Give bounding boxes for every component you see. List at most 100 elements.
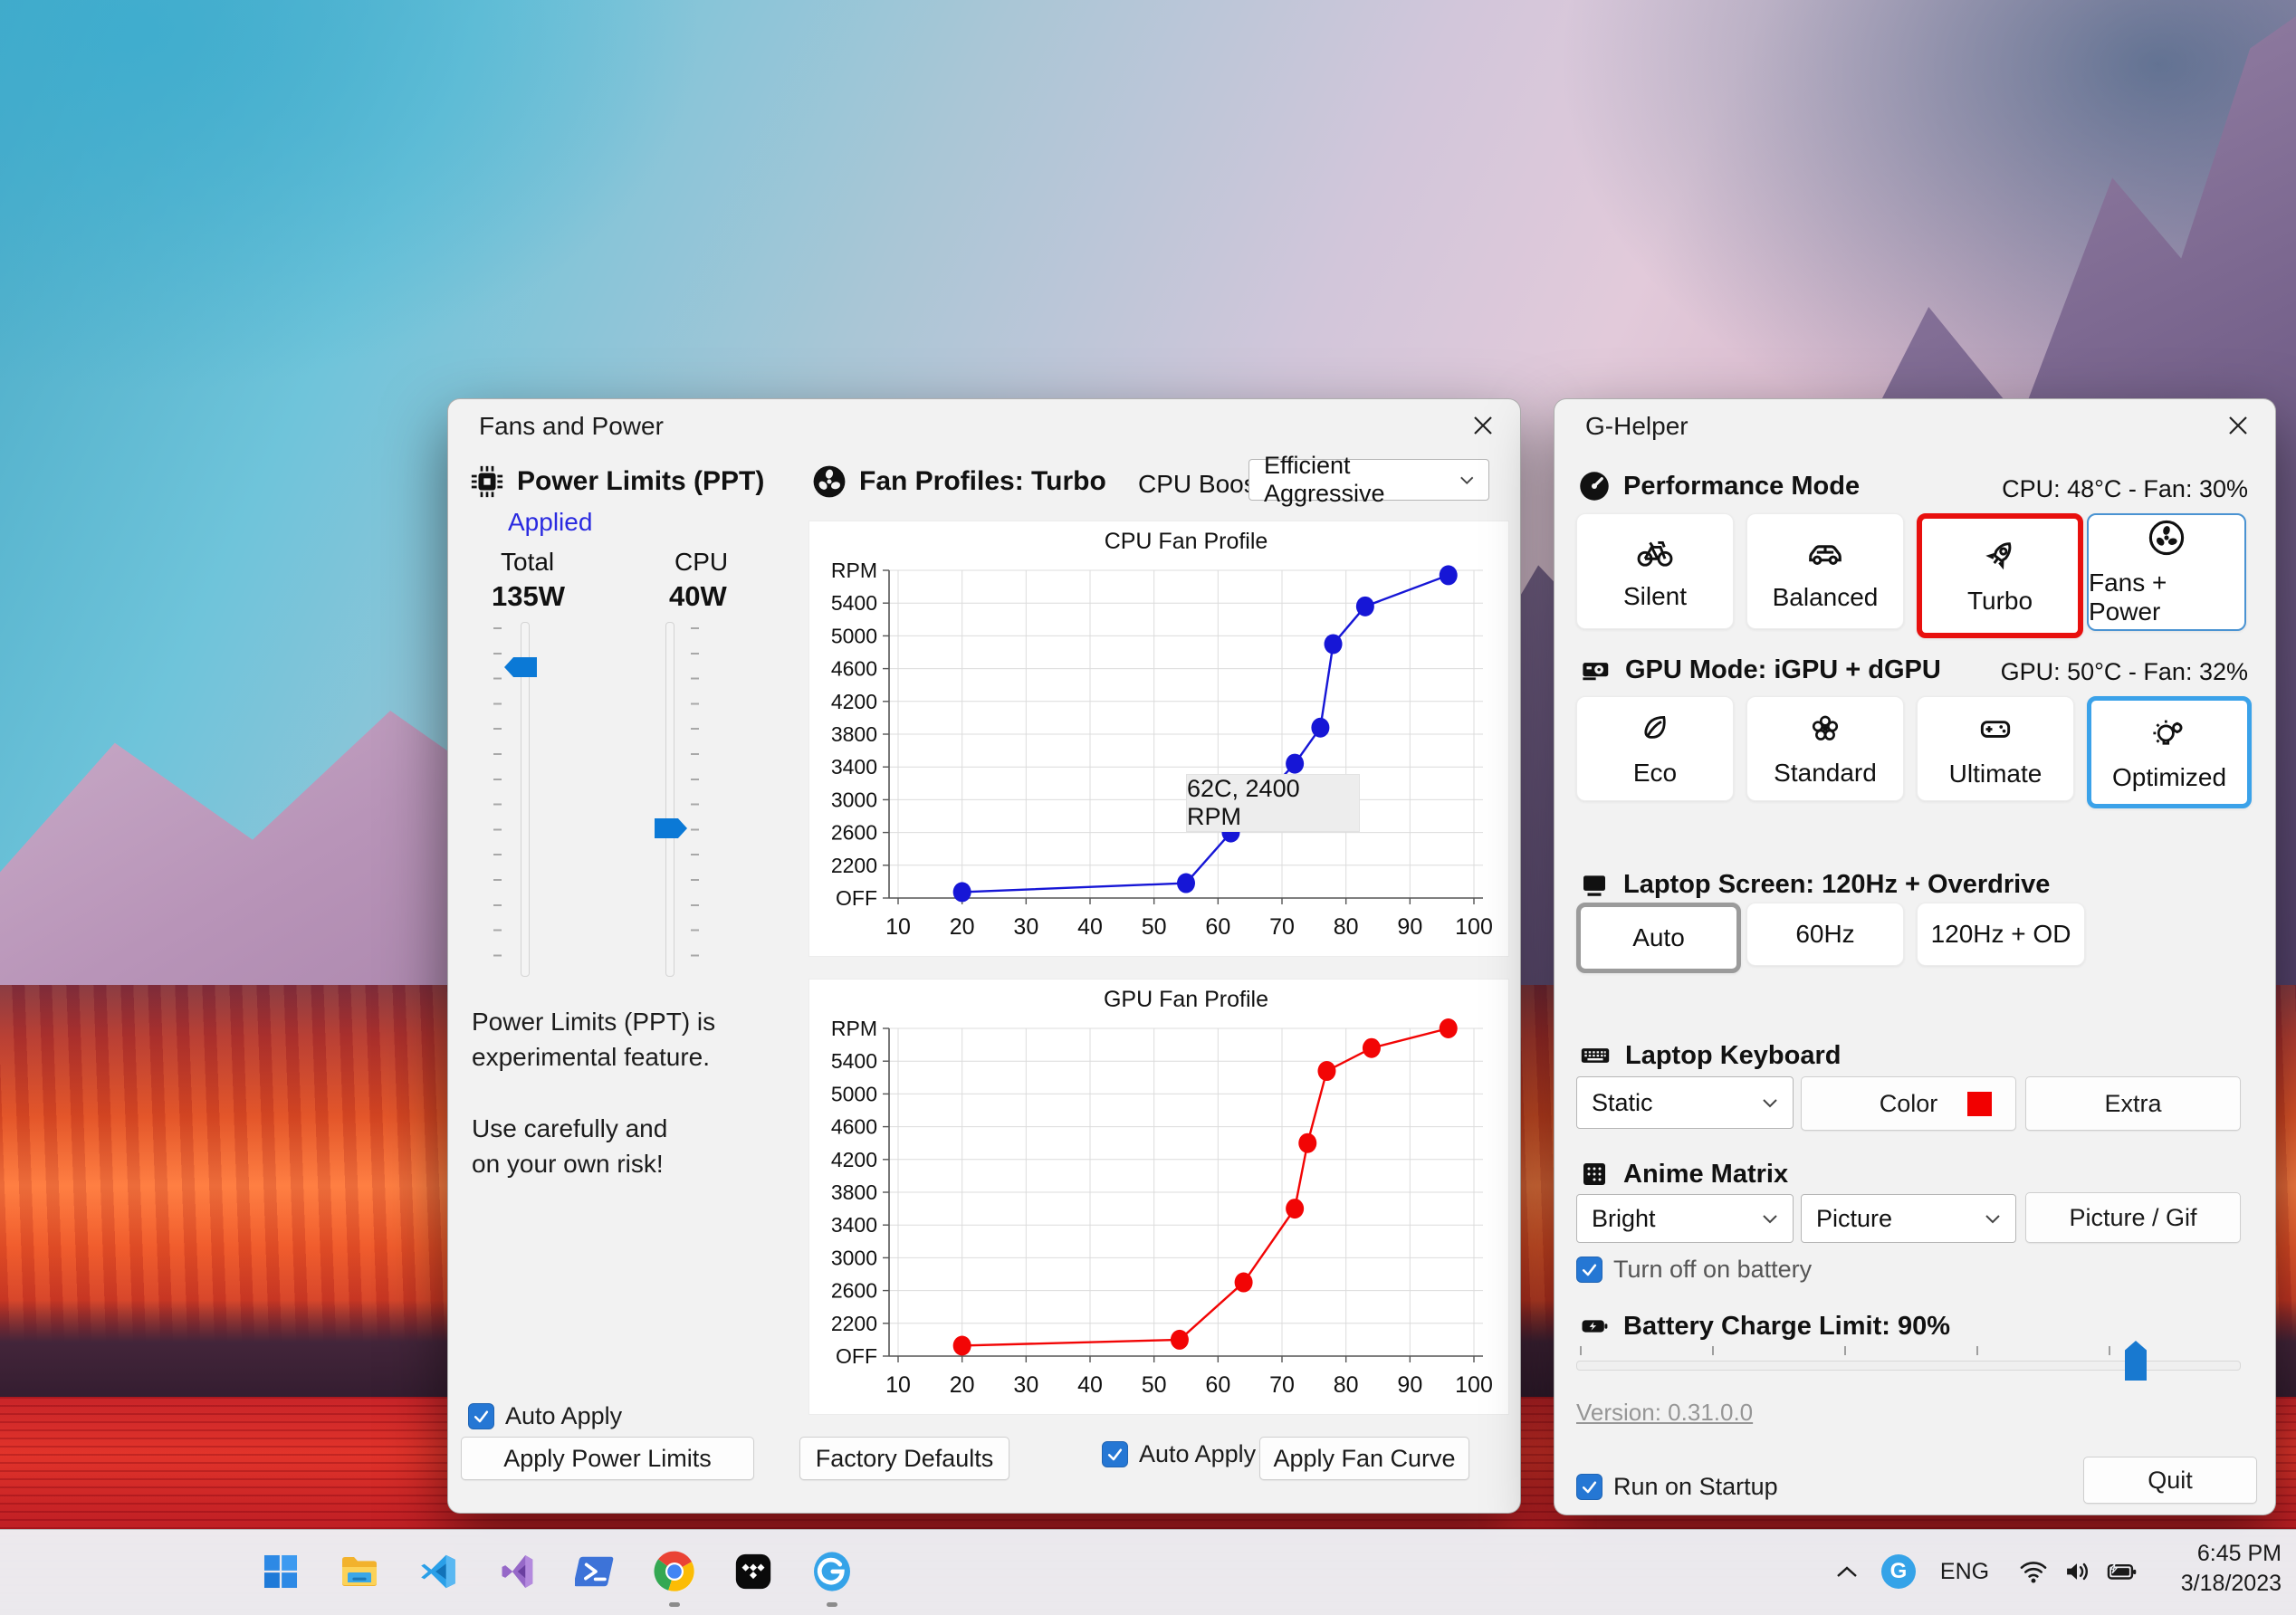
screen-auto-button[interactable]: Auto xyxy=(1576,903,1741,973)
apply-power-limits-button[interactable]: Apply Power Limits xyxy=(461,1437,754,1480)
svg-text:4600: 4600 xyxy=(831,1115,877,1139)
performance-mode-heading: Performance Mode xyxy=(1623,471,1861,501)
vscode-icon[interactable] xyxy=(409,1543,467,1601)
total-slider-label: Total xyxy=(501,548,555,576)
gpu-mode-optimized-button[interactable]: Optimized xyxy=(2087,696,2252,808)
anime-content-select[interactable]: Picture xyxy=(1801,1194,2016,1243)
perf-mode-turbo-button[interactable]: Turbo xyxy=(1917,513,2083,638)
fans-window-title: Fans and Power xyxy=(479,412,664,440)
apply-fan-curve-button[interactable]: Apply Fan Curve xyxy=(1259,1437,1469,1480)
tray-ghelper-icon[interactable]: G xyxy=(1876,1543,1921,1601)
keyboard-icon xyxy=(1581,1048,1610,1063)
start-button[interactable] xyxy=(252,1543,310,1601)
svg-text:5000: 5000 xyxy=(831,1082,877,1105)
wifi-icon[interactable] xyxy=(2014,1543,2053,1601)
perf-mode-silent-button[interactable]: Silent xyxy=(1576,513,1734,629)
gpu-mode-standard-button[interactable]: Standard xyxy=(1746,696,1904,801)
close-icon[interactable] xyxy=(2221,408,2255,443)
gpu-mode-heading: GPU Mode: iGPU + dGPU xyxy=(1625,655,1941,684)
ghelper-title: G-Helper xyxy=(1585,412,1689,440)
run-on-startup-checkbox[interactable]: Run on Startup xyxy=(1576,1473,1778,1501)
chip-icon xyxy=(471,465,503,498)
checkbox-checked-icon xyxy=(468,1403,494,1429)
keyboard-mode-select[interactable]: Static xyxy=(1576,1076,1794,1129)
chevron-down-icon xyxy=(1459,476,1473,484)
ghelper-taskbar-icon[interactable] xyxy=(803,1543,861,1601)
svg-text:10: 10 xyxy=(885,914,911,940)
ghelper-window: G-Helper Performance Mode CPU: 48°C - Fa… xyxy=(1554,398,2276,1515)
gpu-mode-eco-button[interactable]: Eco xyxy=(1576,696,1734,801)
fan-profiles-header: Fan Profiles: Turbo xyxy=(812,464,1106,499)
taskbar-clock[interactable]: 6:45 PM 3/18/2023 xyxy=(2181,1539,2282,1599)
svg-text:50: 50 xyxy=(1142,1372,1167,1398)
battery-tray-icon[interactable] xyxy=(2100,1543,2144,1601)
svg-text:30: 30 xyxy=(1013,914,1038,940)
gpu-mode-header: GPU Mode: iGPU + dGPU xyxy=(1578,653,1941,687)
keyboard-color-button[interactable]: Color xyxy=(1801,1076,2016,1131)
cpu-fan-chart-plot[interactable]: CPU Fan Profile OFF 2200 2600 3000 3400 3800 42… xyxy=(809,521,1508,959)
svg-text:80: 80 xyxy=(1334,914,1359,940)
ghelper-titlebar[interactable]: G-Helper xyxy=(1555,399,2275,450)
svg-text:OFF: OFF xyxy=(836,1344,877,1368)
keyboard-extra-button[interactable]: Extra xyxy=(2025,1076,2241,1131)
fans-and-power-window: Fans and Power Power Limits (PPT) Applie… xyxy=(447,398,1521,1514)
laptop-screen-heading: Laptop Screen: 120Hz + Overdrive xyxy=(1623,869,2051,899)
svg-text:20: 20 xyxy=(950,1372,975,1398)
matrix-icon xyxy=(1583,1163,1605,1185)
svg-text:5400: 5400 xyxy=(831,1049,877,1073)
factory-defaults-button[interactable]: Factory Defaults xyxy=(799,1437,1009,1480)
version-link[interactable]: Version: 0.31.0.0 xyxy=(1576,1399,1753,1427)
anime-picture-gif-button[interactable]: Picture / Gif xyxy=(2025,1192,2241,1243)
file-explorer-icon[interactable] xyxy=(330,1543,388,1601)
gpu-fan-chart-plot[interactable]: GPU Fan Profile OFF 2200 2600 3000 3400 3800 42… xyxy=(809,980,1508,1417)
screen-60hz-button[interactable]: 60Hz xyxy=(1746,903,1904,966)
cpu-slider-track[interactable] xyxy=(665,622,674,977)
anime-matrix-heading: Anime Matrix xyxy=(1623,1159,1789,1189)
svg-text:2200: 2200 xyxy=(831,854,877,877)
svg-text:90: 90 xyxy=(1397,914,1422,940)
battery-charge-limit-heading: Battery Charge Limit: 90% xyxy=(1623,1311,1950,1341)
monitor-icon xyxy=(1583,875,1605,896)
desktop: Fans and Power Power Limits (PPT) Applie… xyxy=(0,0,2296,1615)
quit-button[interactable]: Quit xyxy=(2083,1457,2257,1504)
keyboard-color-swatch xyxy=(1967,1091,1992,1116)
svg-text:3800: 3800 xyxy=(831,722,877,746)
chrome-icon[interactable] xyxy=(646,1543,703,1601)
cpu-slider-label: CPU xyxy=(674,548,729,576)
svg-text:40: 40 xyxy=(1077,914,1103,940)
cpu-boost-select[interactable]: Efficient Aggressive xyxy=(1248,452,1489,507)
tray-language-button[interactable]: ENG xyxy=(1937,1543,1992,1601)
svg-text:3000: 3000 xyxy=(831,1246,877,1269)
fans-window-titlebar[interactable]: Fans and Power xyxy=(448,399,1520,450)
power-limits-note-1: Power Limits (PPT) is experimental featu… xyxy=(472,1008,716,1071)
visual-studio-icon[interactable] xyxy=(488,1543,546,1601)
anime-matrix-header: Anime Matrix xyxy=(1578,1158,1788,1190)
checkbox-checked-icon xyxy=(1576,1474,1602,1500)
svg-text:5000: 5000 xyxy=(831,624,877,647)
tidal-icon[interactable] xyxy=(724,1543,782,1601)
screen-120hz-od-button[interactable]: 120Hz + OD xyxy=(1917,903,2085,966)
cpu-temp-fan-status: CPU: 48°C - Fan: 30% xyxy=(2002,475,2248,502)
auto-apply-power-checkbox[interactable]: Auto Apply xyxy=(468,1402,622,1430)
svg-text:GPU Fan Profile: GPU Fan Profile xyxy=(1104,987,1268,1012)
perf-mode-balanced-button[interactable]: Balanced xyxy=(1746,513,1904,629)
svg-text:RPM: RPM xyxy=(831,1017,877,1040)
svg-text:2200: 2200 xyxy=(831,1312,877,1335)
anime-brightness-select[interactable]: Bright xyxy=(1576,1194,1794,1243)
svg-text:20: 20 xyxy=(950,914,975,940)
cpu-fan-chart[interactable]: CPU Fan Profile OFF 2200 2600 3000 3400 3800 42… xyxy=(808,521,1509,957)
gpu-fan-chart[interactable]: GPU Fan Profile OFF 2200 2600 3000 3400 3800 42… xyxy=(808,979,1509,1415)
total-slider-thumb[interactable] xyxy=(504,657,537,677)
close-icon[interactable] xyxy=(1466,408,1500,443)
laptop-screen-header: Laptop Screen: 120Hz + Overdrive xyxy=(1578,868,2050,901)
gpu-card-icon xyxy=(1583,663,1609,681)
turn-off-on-battery-checkbox[interactable]: Turn off on battery xyxy=(1576,1256,1812,1284)
cpu-slider-thumb[interactable] xyxy=(655,818,687,838)
gpu-mode-ultimate-button[interactable]: Ultimate xyxy=(1917,696,2074,801)
auto-apply-fan-checkbox[interactable]: Auto Apply xyxy=(1102,1440,1256,1468)
perf-mode-fans-power-button[interactable]: Fans + Power xyxy=(2087,513,2246,631)
tray-chevron-up-icon[interactable] xyxy=(1827,1543,1867,1601)
volume-icon[interactable] xyxy=(2057,1543,2097,1601)
powershell-icon[interactable] xyxy=(567,1543,625,1601)
car-icon xyxy=(1809,545,1842,565)
